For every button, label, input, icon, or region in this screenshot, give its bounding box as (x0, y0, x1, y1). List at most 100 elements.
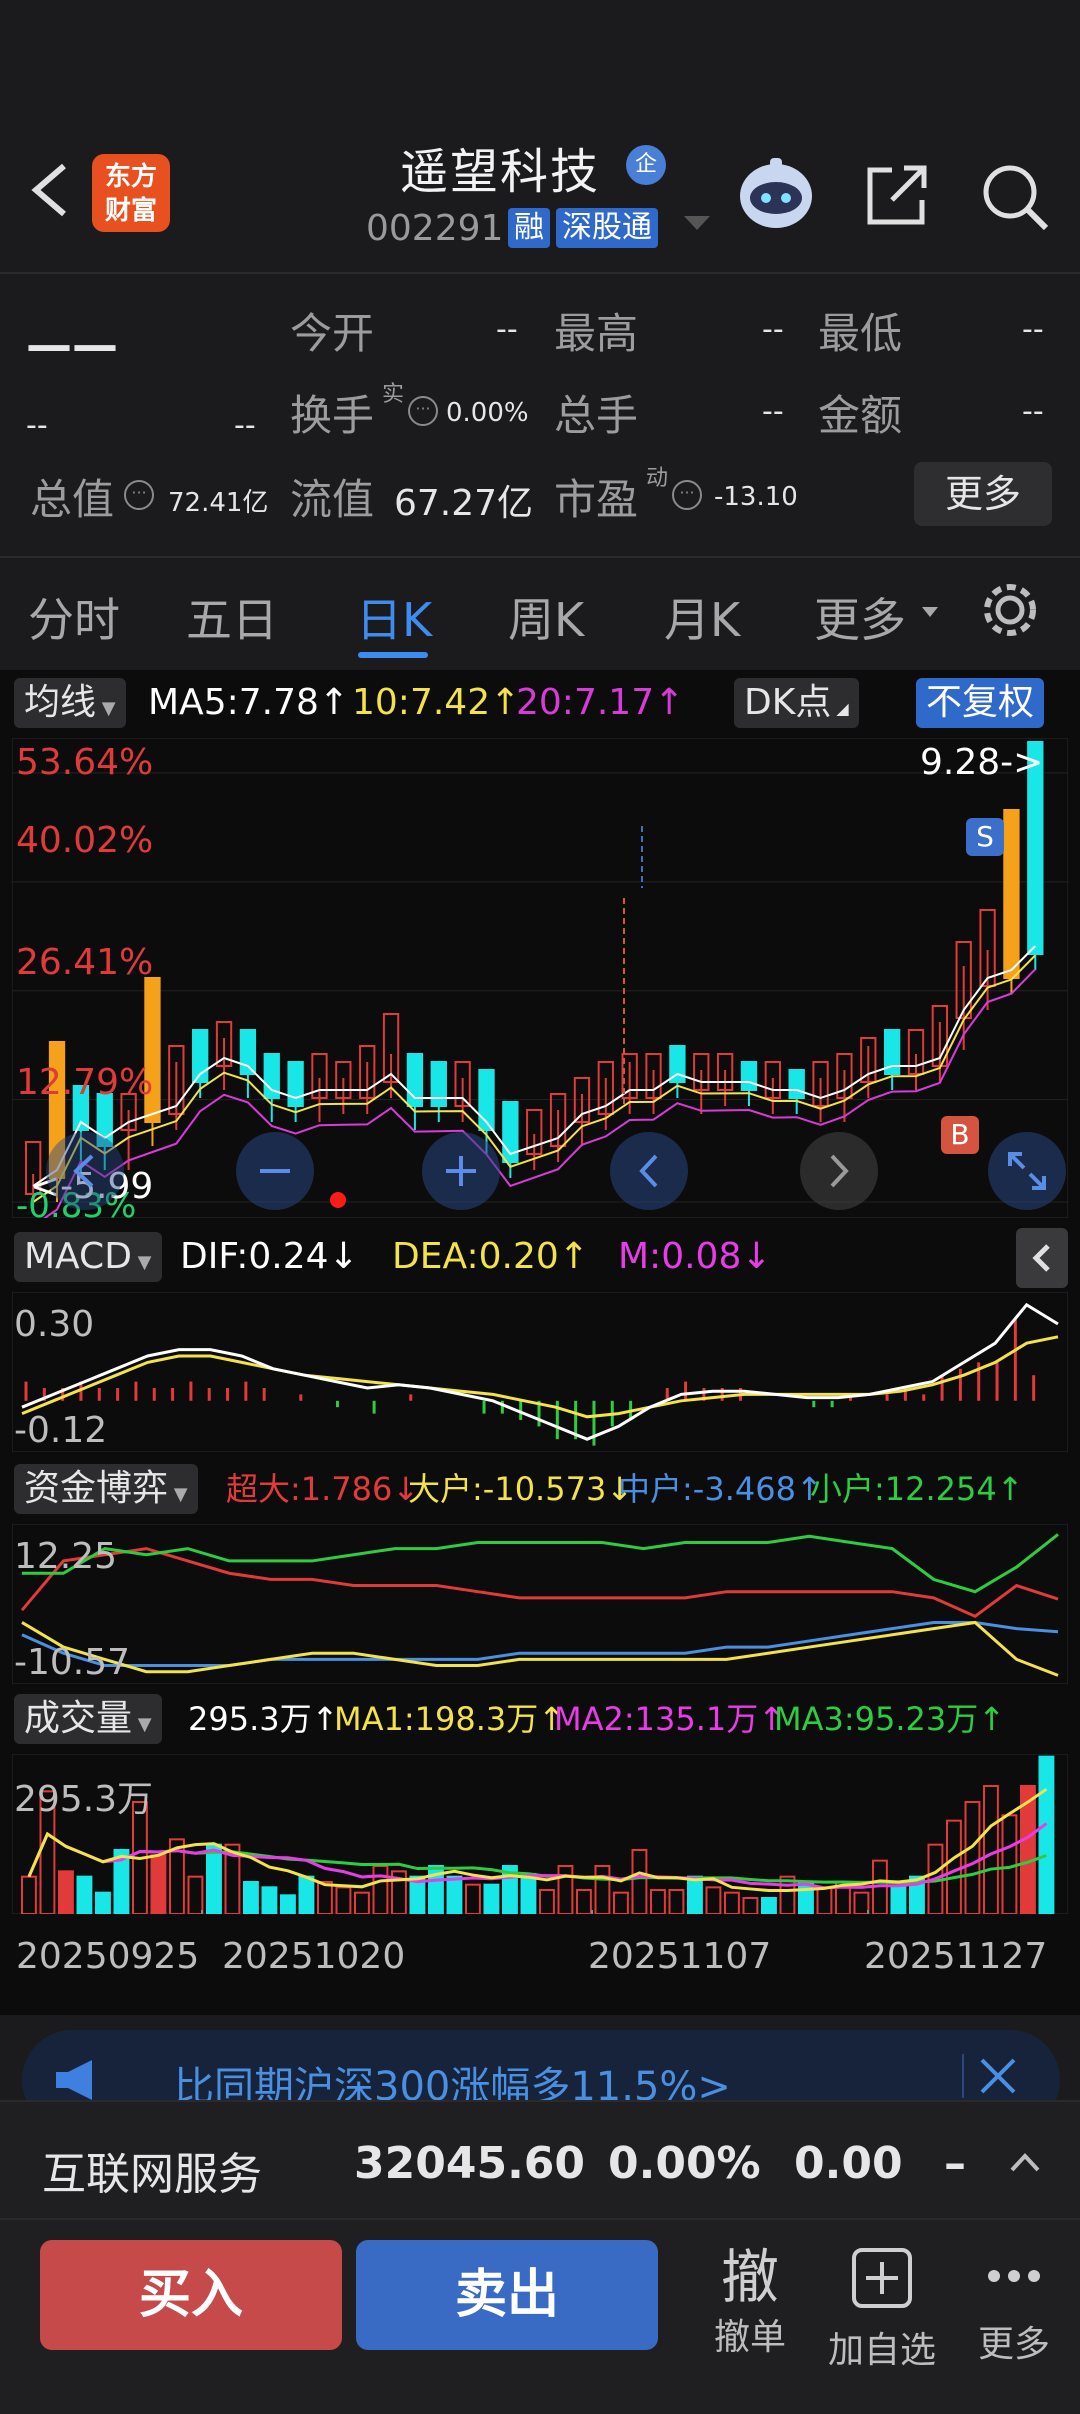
chevron-right-icon (830, 1154, 849, 1188)
buy-signal-marker[interactable]: B (941, 1116, 979, 1154)
price-panel[interactable] (12, 738, 1068, 1218)
fund-panel[interactable] (12, 1524, 1068, 1684)
dk-point-button[interactable]: DK点 ◢ (734, 678, 859, 728)
minus-icon (260, 1169, 290, 1173)
assistant-robot-icon[interactable] (736, 152, 816, 232)
volume-panel[interactable] (12, 1754, 1068, 1914)
add-watchlist-button[interactable]: 加自选 (822, 2240, 942, 2375)
volume-bar (539, 1889, 555, 1914)
fund-selector[interactable]: 资金博弈 ▼ (14, 1464, 198, 1514)
volume-bar (206, 1843, 222, 1914)
macd-selector[interactable]: MACD ▼ (14, 1232, 162, 1282)
large-line (21, 1620, 1059, 1677)
volume-bar (354, 1891, 370, 1914)
date-label: 20250925 (16, 1936, 200, 1977)
back-icon[interactable] (24, 160, 74, 220)
app-logo: 东方 财富 (92, 154, 170, 232)
tab-intraday[interactable]: 分时 (28, 584, 120, 650)
tab-more[interactable]: 更多 (814, 584, 906, 650)
volume-bar (520, 1873, 537, 1914)
pan-left-button[interactable] (46, 1132, 124, 1210)
tab-daily-k[interactable]: 日K (356, 584, 432, 650)
more-actions-label: 更多 (977, 2324, 1050, 2365)
dropdown-triangle-icon[interactable] (682, 214, 712, 238)
volume-bar (1038, 1755, 1055, 1914)
scroll-left-button[interactable] (610, 1132, 688, 1210)
turnover-label: 换手 (290, 391, 375, 440)
chevron-up-icon[interactable] (1008, 2150, 1042, 2178)
volume-bar (280, 1894, 296, 1914)
info-icon[interactable]: ··· (672, 480, 702, 510)
scroll-right-button[interactable] (800, 1132, 878, 1210)
sector-change: 0.00 (794, 2138, 903, 2189)
fullscreen-button[interactable] (988, 1132, 1066, 1210)
active-tab-underline (358, 652, 428, 658)
pe-label: 市盈 (554, 475, 639, 524)
volume-bar (668, 1889, 685, 1914)
expand-icon (1008, 1152, 1046, 1190)
large-readout: 大户:-10.573↓ (408, 1470, 634, 1508)
volume-bar (317, 1881, 333, 1914)
buy-button[interactable]: 买入 (40, 2240, 342, 2350)
volume-bar (372, 1865, 389, 1914)
candle (1003, 809, 1020, 979)
volume-bar (335, 1886, 352, 1914)
mktcap-label: 总值 (30, 475, 115, 524)
volume-bar (761, 1897, 777, 1914)
withdraw-button[interactable]: 撤 撤单 (690, 2240, 810, 2362)
zoom-in-button[interactable] (422, 1132, 500, 1210)
settings-gear-icon[interactable] (980, 580, 1040, 644)
float-value: 67.27亿 (394, 483, 534, 524)
more-quote-button[interactable]: 更多 (914, 462, 1052, 526)
volume-axis-top: 295.3万 (14, 1779, 154, 1820)
volume-bar (613, 1891, 629, 1914)
adjust-button[interactable]: 不复权 (916, 678, 1045, 728)
stock-name[interactable]: 遥望科技 (400, 132, 600, 202)
info-icon[interactable]: ··· (124, 480, 154, 510)
volume-bar (557, 1865, 574, 1914)
ma20-readout: 20:7.17↑ (516, 682, 685, 723)
withdraw-icon: 撤 (720, 2243, 779, 2311)
volume-bar (150, 1854, 167, 1914)
volume-bar (983, 1785, 999, 1914)
date-label: 20251020 (222, 1936, 406, 1977)
macd-axis-top: 0.30 (14, 1304, 95, 1345)
ma-selector[interactable]: 均线 ▼ (14, 678, 126, 728)
dif-line (21, 1302, 1059, 1441)
low-value: -- (1022, 312, 1044, 347)
tab-five-day[interactable]: 五日 (186, 584, 278, 650)
volume-value: -- (762, 394, 784, 429)
banner-divider (962, 2054, 964, 2098)
more-actions-button[interactable]: 更多 (954, 2240, 1074, 2369)
vol-ma3-readout: MA3:95.23万↑ (774, 1700, 1006, 1738)
macd-panel[interactable] (12, 1292, 1068, 1452)
sector-value: 32045.60 (354, 2138, 586, 2189)
volume-bar (76, 1875, 93, 1914)
collapse-panel-button[interactable] (1016, 1228, 1068, 1288)
volume-bar (483, 1883, 500, 1914)
sector-dash: – (944, 2138, 966, 2189)
tab-weekly-k[interactable]: 周K (508, 584, 584, 650)
dea-readout: DEA:0.20↑ (392, 1236, 589, 1277)
share-icon[interactable] (862, 160, 932, 230)
axis-label: 53.64% (16, 742, 154, 783)
megaphone-icon (52, 2058, 108, 2106)
fund-axis-bottom: -10.57 (14, 1642, 131, 1683)
sell-button[interactable]: 卖出 (356, 2240, 658, 2350)
volume-bar (58, 1870, 74, 1914)
volume-bar (576, 1889, 592, 1914)
search-icon[interactable] (978, 160, 1050, 232)
volume-selector[interactable]: 成交量 ▼ (14, 1694, 162, 1744)
zoom-out-button[interactable] (236, 1132, 314, 1210)
tab-monthly-k[interactable]: 月K (664, 584, 740, 650)
sell-signal-marker[interactable]: S (966, 818, 1004, 856)
fund-axis-top: 12.25 (14, 1536, 118, 1577)
volume-bar (798, 1881, 814, 1914)
info-icon[interactable]: ··· (408, 396, 438, 426)
volume-bar (21, 1875, 37, 1914)
close-icon[interactable] (978, 2056, 1018, 2100)
vol-ma1-readout: MA1:198.3万↑ (334, 1700, 566, 1738)
panel-border (12, 1292, 1068, 1452)
turnover-value: 0.00% (446, 398, 529, 428)
volume-bar (243, 1881, 259, 1914)
